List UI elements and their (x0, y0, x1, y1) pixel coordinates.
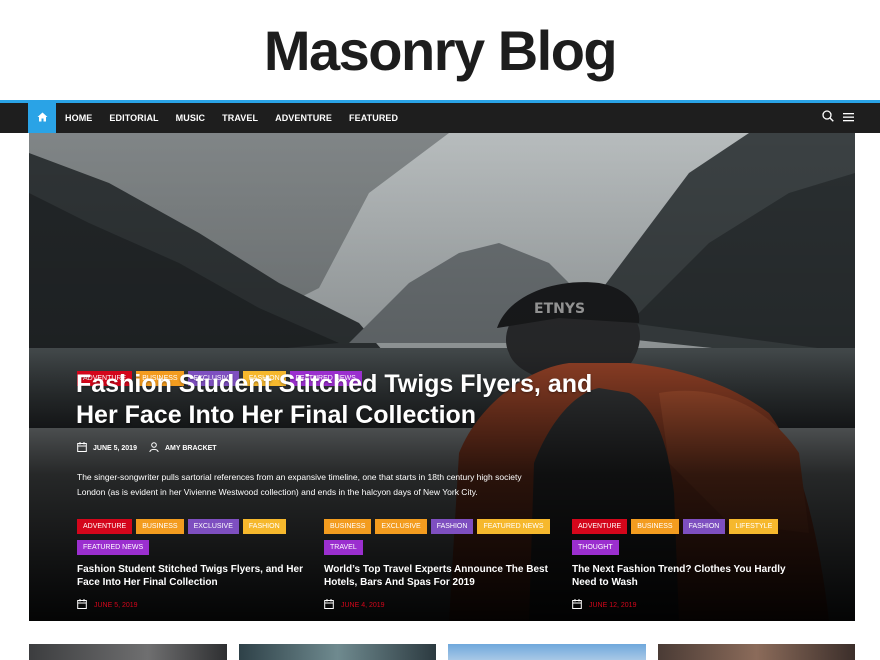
calendar-icon (572, 599, 582, 611)
category-tag[interactable]: FEATURED NEWS (77, 540, 150, 555)
category-tag[interactable]: FASHION (682, 519, 726, 534)
home-button[interactable] (28, 103, 56, 133)
post-card[interactable]: ADVENTURE BUSINESS FASHION LIFESTYLE THO… (572, 519, 812, 611)
nav-menu: HOME EDITORIAL MUSIC TRAVEL ADVENTURE FE… (65, 103, 415, 133)
post-date-text: JUNE 5, 2019 (93, 444, 137, 452)
card-date-text: JUNE 5, 2019 (94, 601, 138, 609)
nav-item-editorial[interactable]: EDITORIAL (109, 113, 158, 123)
category-tag[interactable]: LIFESTYLE (729, 519, 779, 534)
nav-item-travel[interactable]: TRAVEL (222, 113, 258, 123)
hero-excerpt: The singer-songwriter pulls sartorial re… (77, 472, 522, 497)
card-date: JUNE 5, 2019 (77, 599, 317, 611)
menu-icon[interactable] (843, 109, 854, 127)
card-date: JUNE 4, 2019 (324, 599, 564, 611)
category-tag[interactable]: FEATURED NEWS (477, 519, 550, 534)
hero-title[interactable]: Fashion Student Stitched Twigs Flyers, a… (76, 369, 596, 431)
site-title[interactable]: Masonry Blog (0, 18, 880, 83)
post-author[interactable]: AMY BRACKET (149, 442, 217, 454)
post-card[interactable]: BUSINESS EXCLUSIVE FASHION FEATURED NEWS… (324, 519, 564, 611)
card-date: JUNE 12, 2019 (572, 599, 812, 611)
post-thumbnail[interactable] (238, 644, 436, 660)
calendar-icon (324, 599, 334, 611)
nav-item-music[interactable]: MUSIC (176, 113, 206, 123)
category-tag[interactable]: FASHION (242, 519, 286, 534)
card-date-text: JUNE 4, 2019 (341, 601, 385, 609)
category-tag[interactable]: BUSINESS (136, 519, 184, 534)
post-author-name[interactable]: AMY BRACKET (165, 445, 217, 452)
main-navigation: HOME EDITORIAL MUSIC TRAVEL ADVENTURE FE… (0, 100, 880, 133)
category-tag[interactable]: THOUGHT (572, 540, 619, 555)
hero-meta: JUNE 5, 2019 AMY BRACKET (77, 442, 229, 454)
user-icon (149, 442, 159, 454)
post-thumbnail[interactable] (448, 644, 646, 660)
nav-item-featured[interactable]: FEATURED (349, 113, 398, 123)
featured-post[interactable]: ETNYS ADVENTURE BUSINESS EXCLUSIVE FASHI… (29, 133, 855, 621)
card-category-tags: ADVENTURE BUSINESS EXCLUSIVE FASHION FEA… (77, 519, 309, 555)
calendar-icon (77, 442, 87, 454)
post-thumbnail-row (29, 644, 855, 660)
category-tag[interactable]: TRAVEL (324, 540, 363, 555)
category-tag[interactable]: EXCLUSIVE (187, 519, 239, 534)
category-tag[interactable]: BUSINESS (324, 519, 372, 534)
card-title[interactable]: World’s Top Travel Experts Announce The … (324, 563, 564, 589)
home-icon (37, 109, 48, 127)
nav-item-adventure[interactable]: ADVENTURE (275, 113, 332, 123)
post-thumbnail[interactable] (29, 644, 227, 660)
category-tag[interactable]: ADVENTURE (572, 519, 628, 534)
search-icon[interactable] (822, 109, 834, 127)
card-title[interactable]: Fashion Student Stitched Twigs Flyers, a… (77, 563, 317, 589)
category-tag[interactable]: EXCLUSIVE (375, 519, 427, 534)
post-date: JUNE 5, 2019 (77, 442, 137, 454)
calendar-icon (77, 599, 87, 611)
nav-tools (822, 103, 854, 133)
card-category-tags: ADVENTURE BUSINESS FASHION LIFESTYLE THO… (572, 519, 804, 555)
category-tag[interactable]: BUSINESS (631, 519, 679, 534)
category-tag[interactable]: ADVENTURE (77, 519, 133, 534)
card-title[interactable]: The Next Fashion Trend? Clothes You Hard… (572, 563, 812, 589)
category-tag[interactable]: FASHION (430, 519, 474, 534)
card-category-tags: BUSINESS EXCLUSIVE FASHION FEATURED NEWS… (324, 519, 556, 555)
post-thumbnail[interactable] (657, 644, 855, 660)
nav-item-home[interactable]: HOME (65, 113, 92, 123)
card-date-text: JUNE 12, 2019 (589, 601, 637, 609)
post-card[interactable]: ADVENTURE BUSINESS EXCLUSIVE FASHION FEA… (77, 519, 317, 611)
